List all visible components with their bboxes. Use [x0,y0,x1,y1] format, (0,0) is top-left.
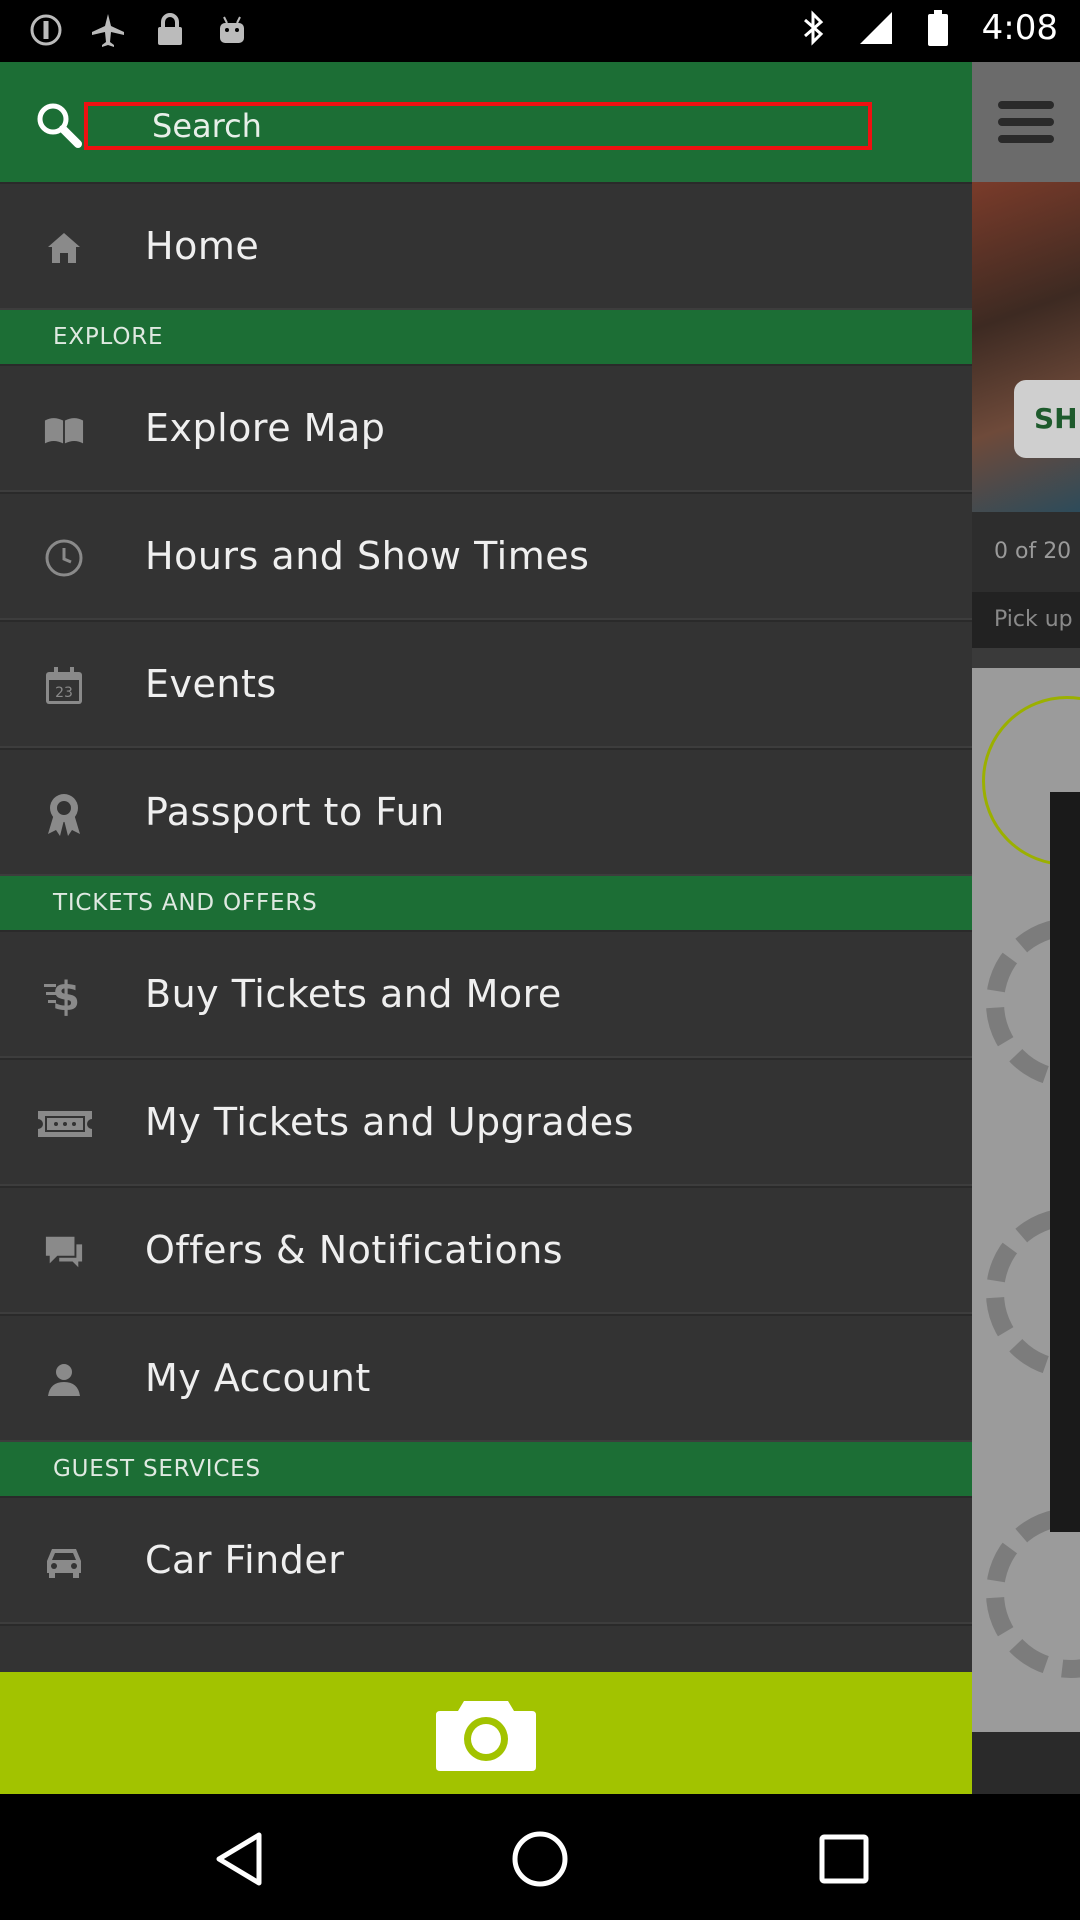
airplane-icon [90,12,126,48]
home-button[interactable] [505,1824,575,1894]
camera-button[interactable] [0,1672,972,1794]
svg-text:$: $ [52,974,80,1018]
search-bar [0,62,972,182]
recents-button[interactable] [809,1824,879,1894]
menu-item-home[interactable]: Home [0,182,972,310]
bluetooth-icon [796,10,832,46]
chat-icon [44,1232,84,1272]
lock-icon [152,12,188,48]
background-app: SH 0 of 20 Pick up [972,62,1080,1794]
menu-item-label: Explore Map [145,406,386,450]
search-box [84,102,872,150]
menu-item-label: Events [145,662,277,706]
menu-item-passport[interactable]: Passport to Fun [0,748,972,876]
hamburger-icon [998,101,1054,143]
ribbon-icon [44,794,84,836]
menu-item-label: Passport to Fun [145,790,445,834]
search-icon[interactable] [34,100,84,150]
menu-item-events[interactable]: 23 Events [0,620,972,748]
back-triangle-icon [216,1832,262,1886]
status-bar: 4:08 [0,0,1080,62]
navigation-drawer: Home EXPLORE Explore Map Hours and Show … [0,62,972,1794]
camera-icon [436,1701,536,1771]
menu-item-label: Hours and Show Times [145,534,590,578]
info-circle-icon [28,12,64,48]
menu-item-label: Car Finder [145,1538,345,1582]
menu-item-label: My Account [145,1356,371,1400]
menu-item-buy-tickets[interactable]: $ Buy Tickets and More [0,930,972,1058]
section-header-explore: EXPLORE [0,310,972,364]
background-header [972,62,1080,182]
section-header-guest-services: GUEST SERVICES [0,1442,972,1496]
menu-item-hours[interactable]: Hours and Show Times [0,492,972,620]
menu-item-label: Offers & Notifications [145,1228,564,1272]
battery-icon [920,10,956,46]
menu-item-label: Buy Tickets and More [145,972,562,1016]
menu-item-offers[interactable]: Offers & Notifications [0,1186,972,1314]
car-icon [44,1542,84,1582]
section-header-tickets: TICKETS AND OFFERS [0,876,972,930]
background-panel [1050,792,1080,1532]
person-icon [44,1360,84,1400]
gear-icon [986,1508,1080,1678]
system-navigation-bar [0,1794,1080,1920]
signal-icon [858,10,894,46]
ticket-icon [36,1104,94,1144]
menu-item-my-tickets[interactable]: My Tickets and Upgrades [0,1058,972,1186]
menu-item-label: Home [145,224,260,268]
dollar-icon: $ [44,974,84,1018]
menu-button[interactable] [972,62,1080,182]
drawer-menu: Home EXPLORE Explore Map Hours and Show … [0,182,972,1646]
background-count: 0 of 20 [972,512,1080,592]
calendar-icon: 23 [44,666,84,706]
home-circle-icon [512,1831,568,1887]
background-bottom [972,1732,1080,1794]
background-button[interactable]: SH [1014,380,1080,458]
menu-item-explore-map[interactable]: Explore Map [0,364,972,492]
background-photo [972,182,1080,512]
search-input[interactable] [88,106,868,146]
home-icon [44,228,84,268]
background-pick: Pick up [972,592,1080,648]
map-icon [44,410,84,450]
menu-item-my-account[interactable]: My Account [0,1314,972,1442]
clock-icon [44,538,84,578]
android-icon [214,12,250,48]
menu-item-car-finder[interactable]: Car Finder [0,1496,972,1624]
back-button[interactable] [204,1824,274,1894]
recents-square-icon [819,1834,869,1884]
clock: 4:08 [981,8,1058,48]
menu-item-partial [0,1624,972,1646]
menu-item-label: My Tickets and Upgrades [145,1100,634,1144]
svg-text:23: 23 [55,685,73,701]
